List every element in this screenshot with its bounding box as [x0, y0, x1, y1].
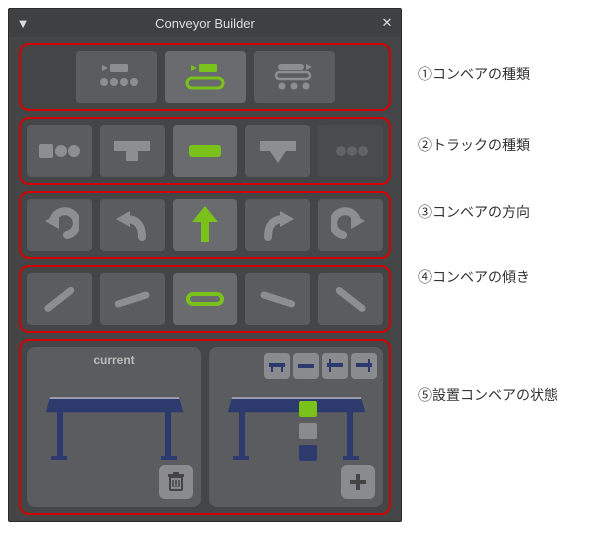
- slope-d-icon: [110, 284, 154, 314]
- tee-icon: [112, 137, 152, 165]
- spacer: [27, 51, 68, 103]
- panel-title: Conveyor Builder: [37, 16, 373, 31]
- roller-icon: [94, 62, 138, 92]
- chute-icon: [258, 137, 298, 165]
- track-type-dots[interactable]: [318, 125, 383, 177]
- direction-back-right[interactable]: [318, 199, 383, 251]
- arrow-up-icon: [190, 204, 220, 246]
- conveyor-type-belt[interactable]: [165, 51, 246, 103]
- section-preview: current: [19, 339, 391, 515]
- preview-current-image: [35, 381, 193, 463]
- section-track-type: [19, 117, 391, 185]
- curve-right-icon: [258, 205, 298, 245]
- incline-down-steep[interactable]: [27, 273, 92, 325]
- direction-forward[interactable]: [173, 199, 238, 251]
- annotation-3: ③コンベアの方向: [418, 178, 558, 246]
- flat-icon: [186, 290, 224, 308]
- curve-left-icon: [112, 205, 152, 245]
- straight-icon: [185, 141, 225, 161]
- preview-new: [209, 347, 383, 507]
- conveyor-builder-panel: ▼ Conveyor Builder ✕: [8, 8, 402, 522]
- variant-3[interactable]: [322, 353, 348, 379]
- slope-u-icon: [256, 284, 300, 314]
- direction-left[interactable]: [100, 199, 165, 251]
- variant-1[interactable]: [264, 353, 290, 379]
- dots-icon: [331, 141, 371, 161]
- variant3-icon: [326, 359, 344, 373]
- add-button[interactable]: [341, 465, 375, 499]
- annotation-5: ⑤設置コンベアの状態: [418, 308, 558, 482]
- variant1-icon: [268, 359, 286, 373]
- preview-current-label: current: [33, 353, 195, 367]
- slope-ds-icon: [37, 282, 81, 316]
- direction-right[interactable]: [245, 199, 310, 251]
- section-conveyor-type: [19, 43, 391, 111]
- annotation-2: ②トラックの種類: [418, 112, 558, 178]
- titlebar: ▼ Conveyor Builder ✕: [9, 9, 401, 37]
- track-type-straight[interactable]: [173, 125, 238, 177]
- belt-icon: [183, 62, 227, 92]
- uturn-left-icon: [39, 205, 79, 245]
- slope-us-icon: [329, 282, 373, 316]
- incline-down[interactable]: [100, 273, 165, 325]
- incline-up[interactable]: [245, 273, 310, 325]
- variant4-icon: [355, 359, 373, 373]
- trash-icon: [167, 472, 185, 492]
- incline-flat[interactable]: [173, 273, 238, 325]
- close-button[interactable]: ✕: [373, 15, 401, 31]
- swatch-green[interactable]: [299, 401, 317, 417]
- track1-icon: [37, 138, 81, 164]
- delete-button[interactable]: [159, 465, 193, 499]
- annotations: ①コンベアの種類 ②トラックの種類 ③コンベアの方向 ④コンベアの傾き ⑤設置コ…: [402, 8, 558, 522]
- variant-2[interactable]: [293, 353, 319, 379]
- preview-current: current: [27, 347, 201, 507]
- preview-new-image: [217, 381, 375, 463]
- variant-4[interactable]: [351, 353, 377, 379]
- section-incline: [19, 265, 391, 333]
- spacer: [343, 51, 384, 103]
- accum-icon: [270, 62, 318, 92]
- track-type-tee[interactable]: [100, 125, 165, 177]
- conveyor-type-accum[interactable]: [254, 51, 335, 103]
- variant2-icon: [297, 359, 315, 373]
- track-type-1[interactable]: [27, 125, 92, 177]
- swatch-blue[interactable]: [299, 445, 317, 461]
- uturn-right-icon: [331, 205, 371, 245]
- direction-back-left[interactable]: [27, 199, 92, 251]
- track-type-chute[interactable]: [245, 125, 310, 177]
- annotation-4: ④コンベアの傾き: [418, 246, 558, 308]
- swatch-grey[interactable]: [299, 423, 317, 439]
- incline-up-steep[interactable]: [318, 273, 383, 325]
- collapse-button[interactable]: ▼: [9, 16, 37, 31]
- section-direction: [19, 191, 391, 259]
- plus-icon: [349, 473, 367, 491]
- conveyor-type-roller[interactable]: [76, 51, 157, 103]
- annotation-1: ①コンベアの種類: [418, 36, 558, 112]
